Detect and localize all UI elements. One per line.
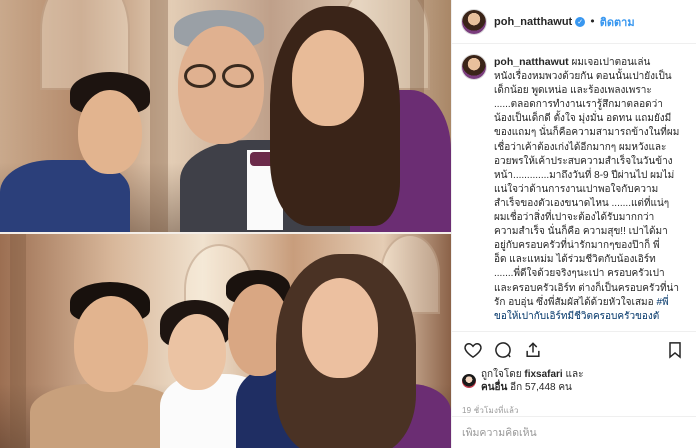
caption-line: ......ตลอดการทำงานเรารู้สึกมาตลอดว่า xyxy=(494,99,663,111)
comment-icon[interactable] xyxy=(492,339,514,361)
caption-line: อ็ด และแหม่ม ได้ร่วมชีวิตกับน้องเอิร์ท xyxy=(494,254,656,266)
hashtag-link[interactable]: #พี่ xyxy=(656,297,668,308)
church-pillar xyxy=(150,0,168,232)
post-media[interactable] xyxy=(0,0,451,448)
liker-avatar[interactable] xyxy=(462,374,476,388)
post-actions: ถูกใจโดย fixsafari และ คนอื่น อีก 57,448… xyxy=(452,331,696,417)
follow-button[interactable]: ติดตาม xyxy=(600,13,635,31)
caption-username-link[interactable]: poh_natthawut xyxy=(494,56,569,68)
caption-line: ของแถมๆ นั่นก็คือความสามารถข้างในที่ผม xyxy=(494,127,680,139)
caption-line: poh_natthawut ผมเจอเปาตอนเล่น xyxy=(494,55,679,70)
post-sidebar: poh_natthawut ✓ • ติดตาม poh_natthawut ผ… xyxy=(451,0,696,448)
likes-text: ถูกใจโดย fixsafari และ คนอื่น อีก 57,448… xyxy=(481,368,583,394)
caption-line: รัก อบอุ่น ซึ่งพี่สัมผัสได้ด้วยหัวใจเสมอ… xyxy=(494,296,679,310)
likes-prefix: ถูกใจโดย xyxy=(481,369,522,380)
caption-line: เชื่อว่าเค้าต้องเก่งได้อีกมากๆ ผมหวังและ xyxy=(494,141,667,153)
comments-list[interactable]: poh_natthawut ผมเจอเปาตอนเล่น หนังเรื่อง… xyxy=(452,45,696,325)
post-header: poh_natthawut ✓ • ติดตาม xyxy=(452,0,696,44)
separator-dot: • xyxy=(589,15,596,28)
comment-input[interactable] xyxy=(462,426,686,439)
avatar[interactable] xyxy=(462,9,486,34)
heart-outline-icon[interactable] xyxy=(462,339,484,361)
verified-badge-icon: ✓ xyxy=(575,16,586,27)
add-comment-bar xyxy=(452,416,696,448)
caption-line: ผมเชื่อว่าสิ่งที่เปาจะต้องได้รับมากกว่า xyxy=(494,212,655,224)
action-icons xyxy=(462,338,686,362)
caption-line: อวยพรให้เค้าประสบความสำเร็จในวันข้าง xyxy=(494,155,673,167)
caption-line: .......พี่ดีใจด้วยจริงๆนะเปา ครอบครัวเปา xyxy=(494,268,665,280)
liker-username-link[interactable]: fixsafari xyxy=(524,369,562,380)
caption-line: อยู่กับครอบครัวที่น่ารักมากๆของป๊าก็ พี่ xyxy=(494,240,660,252)
bookmark-icon[interactable] xyxy=(664,339,686,361)
caption-line: หนังเรื่องหมพวงด้วยกัน ตอนนั้นเปายังเป็น xyxy=(494,71,672,83)
caption-line: และครอบครัวเอิร์ท ต่างก็เป็นครอบครัวที่น… xyxy=(494,282,679,294)
avatar[interactable] xyxy=(462,55,486,79)
caption-text: poh_natthawut ผมเจอเปาตอนเล่น หนังเรื่อง… xyxy=(494,55,679,324)
likes-others-prefix[interactable]: คนอื่น xyxy=(481,382,507,393)
share-icon[interactable] xyxy=(522,339,544,361)
likes-count[interactable]: อีก 57,448 คน xyxy=(510,382,572,393)
photo-top xyxy=(0,0,451,240)
caption-line: น้องเป็นเด็กดี ตั้งใจ มุ่งมั่น อดทน แถมย… xyxy=(494,113,672,125)
caption-line-text: รัก อบอุ่น ซึ่งพี่สัมผัสได้ด้วยหัวใจเสมอ xyxy=(494,296,654,308)
church-pillar xyxy=(10,234,26,448)
caption-line: เด็กน้อย พูดเหน่อ และร้องเพลงเพราะ xyxy=(494,85,652,97)
caption-line: สำเร็จของตัวเองขนาดไหน .......แต่ที่แน่ๆ xyxy=(494,197,670,209)
likes-summary: ถูกใจโดย fixsafari และ คนอื่น อีก 57,448… xyxy=(462,368,686,394)
caption-line: แน่ใจว่าด้านการงานเปาพอใจกับความ xyxy=(494,183,659,195)
caption-line: หน้า.............มาถึงวันที่ 8-9 ปีผ่านไ… xyxy=(494,169,675,181)
photo-bottom xyxy=(0,234,451,448)
hashtag-link[interactable]: ขอให้เปากับเอิร์ทมีชีวิตครอบครัวของตั xyxy=(494,310,679,324)
likes-and: และ xyxy=(565,369,584,380)
caption-comment: poh_natthawut ผมเจอเปาตอนเล่น หนังเรื่อง… xyxy=(462,55,686,324)
username-link[interactable]: poh_natthawut xyxy=(494,16,572,28)
caption-line-text: ผมเจอเปาตอนเล่น xyxy=(571,57,651,68)
caption-line: ความสำเร็จ นั่นก็คือ ความสุข!! เปาได้มา xyxy=(494,226,668,238)
instagram-post: poh_natthawut ✓ • ติดตาม poh_natthawut ผ… xyxy=(0,0,696,448)
